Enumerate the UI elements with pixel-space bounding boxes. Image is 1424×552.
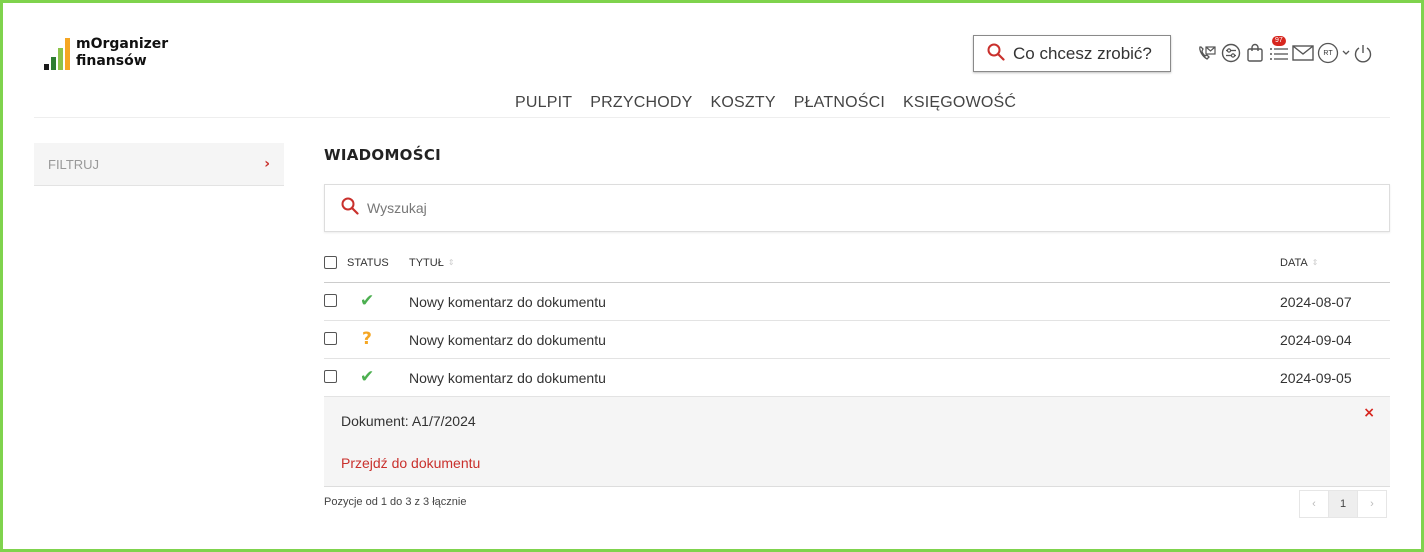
nav-item-platnosci[interactable]: PŁATNOŚCI (794, 94, 885, 112)
message-search (324, 184, 1390, 232)
row-checkbox[interactable] (324, 332, 337, 345)
nav-divider (34, 117, 1390, 118)
pagination: ‹ 1 › (1299, 490, 1387, 518)
search-input[interactable] (367, 200, 1267, 216)
column-title-label: TYTUŁ (409, 257, 444, 269)
nav-item-pulpit[interactable]: PULPIT (515, 94, 572, 112)
phone-mail-icon[interactable] (1196, 41, 1218, 65)
row-title[interactable]: Nowy komentarz do dokumentu (409, 332, 606, 348)
row-checkbox[interactable] (324, 294, 337, 307)
column-title[interactable]: TYTUŁ ⇕ (409, 257, 455, 269)
table-row[interactable]: ? Nowy komentarz do dokumentu 2024-09-04 (324, 321, 1390, 359)
logo-line-2: finansów (76, 53, 147, 69)
detail-document: Dokument: A1/7/2024 (341, 413, 476, 429)
pagination-next-button[interactable]: › (1357, 490, 1387, 518)
sort-icon: ⇕ (1311, 258, 1319, 267)
header-toolbar: 97 RT (1196, 36, 1374, 65)
list-icon[interactable]: 97 (1268, 36, 1290, 65)
go-to-document-link[interactable]: Przejdź do dokumentu (341, 455, 480, 471)
message-detail-panel: Dokument: A1/7/2024 Przejdź do dokumentu… (324, 397, 1390, 487)
row-title[interactable]: Nowy komentarz do dokumentu (409, 294, 606, 310)
user-initials: RT (1323, 49, 1333, 57)
column-status-label: STATUS (347, 257, 389, 269)
notification-badge: 97 (1272, 36, 1286, 46)
row-checkbox[interactable] (324, 370, 337, 383)
column-status: STATUS (347, 257, 389, 269)
filter-toggle[interactable]: FILTRUJ › (34, 143, 284, 186)
search-icon (341, 197, 359, 219)
column-date-label: DATA (1280, 257, 1308, 269)
nav-item-koszty[interactable]: KOSZTY (710, 94, 775, 112)
select-all-checkbox[interactable] (324, 256, 337, 269)
logo-bars-icon (44, 36, 70, 70)
row-date: 2024-09-04 (1280, 332, 1352, 348)
logo-text: mOrganizer finansów (76, 36, 168, 70)
global-search-label: Co chcesz zrobić? (1013, 43, 1152, 63)
check-icon: ✔ (360, 291, 375, 311)
power-icon[interactable] (1352, 41, 1374, 65)
pagination-page-button[interactable]: 1 (1328, 490, 1358, 518)
question-icon: ? (362, 329, 372, 349)
shopping-bag-icon[interactable] (1244, 41, 1266, 65)
settings-circle-icon[interactable] (1220, 41, 1242, 65)
table-row[interactable]: ✔ Nowy komentarz do dokumentu 2024-08-07 (324, 283, 1390, 321)
row-date: 2024-08-07 (1280, 294, 1352, 310)
row-title[interactable]: Nowy komentarz do dokumentu (409, 370, 606, 386)
page-title: WIADOMOŚCI (324, 146, 442, 164)
search-icon (987, 43, 1005, 65)
pagination-info: Pozycje od 1 do 3 z 3 łącznie (324, 496, 467, 508)
table-row[interactable]: ✔ Nowy komentarz do dokumentu 2024-09-05 (324, 359, 1390, 397)
chevron-down-icon[interactable] (1342, 41, 1350, 65)
filter-label: FILTRUJ (48, 156, 100, 172)
sort-icon: ⇕ (447, 258, 455, 267)
check-icon: ✔ (360, 367, 375, 387)
row-date: 2024-09-05 (1280, 370, 1352, 386)
nav-item-ksiegowosc[interactable]: KSIĘGOWOŚĆ (903, 94, 1016, 112)
mail-icon[interactable] (1292, 41, 1314, 65)
logo-line-1: mOrganizer (76, 36, 169, 52)
main-nav: PULPIT PRZYCHODY KOSZTY PŁATNOŚCI KSIĘGO… (515, 94, 1016, 112)
global-action-search[interactable]: Co chcesz zrobić? (973, 35, 1171, 72)
close-icon[interactable]: × (1363, 405, 1375, 421)
user-avatar-icon[interactable]: RT (1316, 41, 1340, 65)
chevron-right-icon: › (264, 156, 270, 172)
table-header: STATUS TYTUŁ ⇕ DATA ⇕ (324, 246, 1390, 283)
column-date[interactable]: DATA ⇕ (1280, 257, 1318, 269)
nav-item-przychody[interactable]: PRZYCHODY (590, 94, 692, 112)
app-logo[interactable]: mOrganizer finansów (44, 36, 168, 70)
pagination-prev-button[interactable]: ‹ (1299, 490, 1329, 518)
